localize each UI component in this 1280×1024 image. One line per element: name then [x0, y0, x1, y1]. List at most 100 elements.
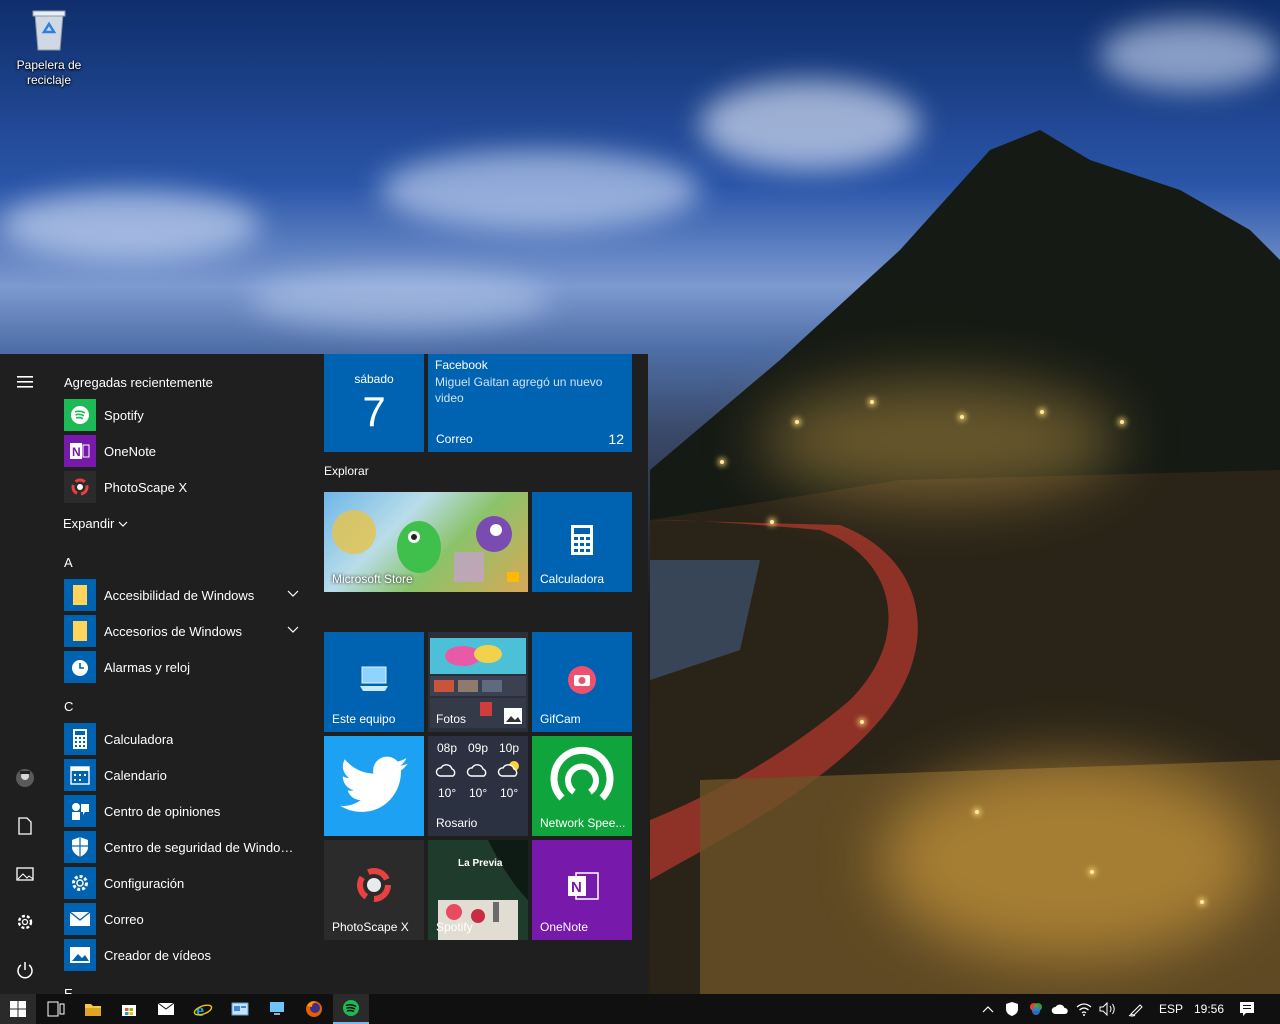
user-avatar-icon[interactable] [0, 756, 50, 800]
group-label-explorar: Explorar [324, 464, 369, 478]
mail-sender: Facebook [435, 358, 488, 372]
task-view-icon[interactable] [38, 994, 74, 1024]
video-editor-icon [64, 939, 96, 971]
app-label: Calculadora [104, 731, 174, 747]
microsoft-store-icon[interactable] [111, 994, 147, 1024]
start-menu: Agregadas recientemente Spotify N OneNot… [0, 354, 648, 994]
tile-este-equipo[interactable]: Este equipo [324, 632, 424, 732]
alarm-clock-icon [64, 651, 96, 683]
tile-label: OneNote [540, 920, 589, 934]
tile-gifcam[interactable]: GifCam [532, 632, 632, 732]
app-item-configuracion[interactable]: Configuración [64, 865, 308, 901]
photoscape-icon [64, 471, 96, 503]
calculator-icon [571, 525, 593, 555]
mail-icon [64, 903, 96, 935]
tile-spotify[interactable]: La Previa Spotify [428, 840, 528, 940]
firefox-icon[interactable] [296, 994, 332, 1024]
windows-defender-icon[interactable] [1000, 994, 1024, 1024]
clock[interactable]: 19:56 [1194, 1002, 1224, 1016]
app-item-alarmas[interactable]: Alarmas y reloj [64, 649, 308, 685]
expand-button[interactable]: Expandir [63, 516, 128, 531]
onedrive-cloud-icon[interactable] [1048, 994, 1072, 1024]
tile-calculadora[interactable]: Calculadora [532, 492, 632, 592]
mail-preview: Miguel Gaitan agregó un nuevo video [435, 375, 603, 405]
tile-calendario[interactable]: sábado 7 [324, 354, 424, 452]
action-center-icon[interactable] [1232, 994, 1262, 1024]
file-explorer-icon[interactable] [75, 994, 111, 1024]
cloud-night-icon [435, 764, 456, 777]
app-item-photoscape[interactable]: PhotoScape X [64, 469, 308, 505]
tile-weather[interactable]: 08p 09p 10p 10° 10° 10° Rosario [428, 736, 528, 836]
app-item-accesorios[interactable]: Accesorios de Windows [64, 613, 308, 649]
pictures-icon[interactable] [0, 852, 50, 896]
tile-correo[interactable]: Facebook Miguel Gaitan agregó un nuevo v… [428, 354, 632, 452]
windows-start-icon[interactable] [0, 994, 36, 1024]
app-item-centro-opiniones[interactable]: Centro de opiniones [64, 793, 308, 829]
app-label: Correo [104, 911, 144, 927]
app-item-accesibilidad[interactable]: Accesibilidad de Windows [64, 577, 308, 613]
settings-gear-icon[interactable] [0, 900, 50, 944]
color-palette-icon[interactable] [1024, 994, 1048, 1024]
speedometer-icon [550, 746, 614, 801]
tile-fotos[interactable]: Fotos [428, 632, 528, 732]
app-label: Accesibilidad de Windows [104, 587, 255, 603]
shield-icon [64, 831, 96, 863]
mail-icon[interactable] [148, 994, 184, 1024]
svg-text:N: N [571, 879, 582, 896]
letter-header-c[interactable]: C [64, 699, 73, 714]
wifi-icon[interactable] [1072, 994, 1096, 1024]
language-indicator[interactable]: ESP [1159, 1002, 1183, 1016]
weather-hour: 08p [437, 741, 458, 755]
letter-header-e[interactable]: E [64, 986, 73, 994]
letter-header-a[interactable]: A [64, 555, 73, 570]
hamburger-menu-icon[interactable] [0, 360, 50, 404]
internet-explorer-icon[interactable]: e [185, 994, 221, 1024]
control-panel-icon[interactable] [222, 994, 258, 1024]
chevron-down-icon[interactable] [286, 587, 300, 601]
app-item-creador-videos[interactable]: Creador de vídeos [64, 937, 308, 973]
tile-label: Correo [436, 432, 473, 446]
app-label: Calendario [104, 767, 167, 783]
spotify-icon[interactable] [333, 994, 369, 1024]
app-list[interactable]: Agregadas recientemente Spotify N OneNot… [50, 354, 312, 994]
weather-hour: 10p [499, 741, 520, 755]
cloud-night-icon [466, 764, 487, 777]
chevron-down-icon[interactable] [286, 623, 300, 637]
tile-onenote[interactable]: N OneNote [532, 840, 632, 940]
weather-temp: 10° [438, 786, 457, 800]
this-pc-icon[interactable] [259, 994, 295, 1024]
app-label: Centro de opiniones [104, 803, 221, 819]
weather-city: Rosario [436, 816, 478, 830]
app-label: Configuración [104, 875, 185, 891]
tile-photoscape[interactable]: PhotoScape X [324, 840, 424, 940]
app-item-spotify[interactable]: Spotify [64, 397, 308, 433]
calculator-icon [64, 723, 96, 755]
app-label: PhotoScape X [104, 479, 188, 495]
tile-network-speed[interactable]: Network Spee... [532, 736, 632, 836]
app-item-centro-seguridad[interactable]: Centro de seguridad de Windows D... [64, 829, 308, 865]
tile-label: Fotos [436, 712, 467, 726]
pen-ink-icon[interactable] [1124, 994, 1148, 1024]
spotify-icon [64, 399, 96, 431]
svg-text:N: N [72, 445, 81, 459]
documents-icon[interactable] [0, 804, 50, 848]
app-item-onenote[interactable]: N OneNote [64, 433, 308, 469]
tile-microsoft-store[interactable]: Microsoft Store [324, 492, 528, 592]
app-item-calculadora[interactable]: Calculadora [64, 721, 308, 757]
desktop-icon-recycle-bin[interactable]: Papelera de reciclaje [10, 8, 88, 88]
desktop-icon-label: Papelera de reciclaje [16, 58, 82, 87]
app-item-correo[interactable]: Correo [64, 901, 308, 937]
start-rail [0, 354, 50, 994]
app-item-calendario[interactable]: Calendario [64, 757, 308, 793]
mail-count-badge: 12 [608, 431, 624, 447]
show-hidden-icons-chevron-icon[interactable] [976, 994, 1000, 1024]
taskbar: e ESP 19:56 [0, 994, 1280, 1024]
volume-icon[interactable] [1096, 994, 1120, 1024]
app-label: Spotify [104, 407, 144, 423]
tile-label: Spotify [436, 920, 473, 934]
partly-cloudy-icon [497, 761, 519, 777]
weather-temp: 10° [469, 786, 488, 800]
camera-icon [568, 666, 596, 694]
power-icon[interactable] [0, 948, 50, 992]
tile-twitter[interactable] [324, 736, 424, 836]
